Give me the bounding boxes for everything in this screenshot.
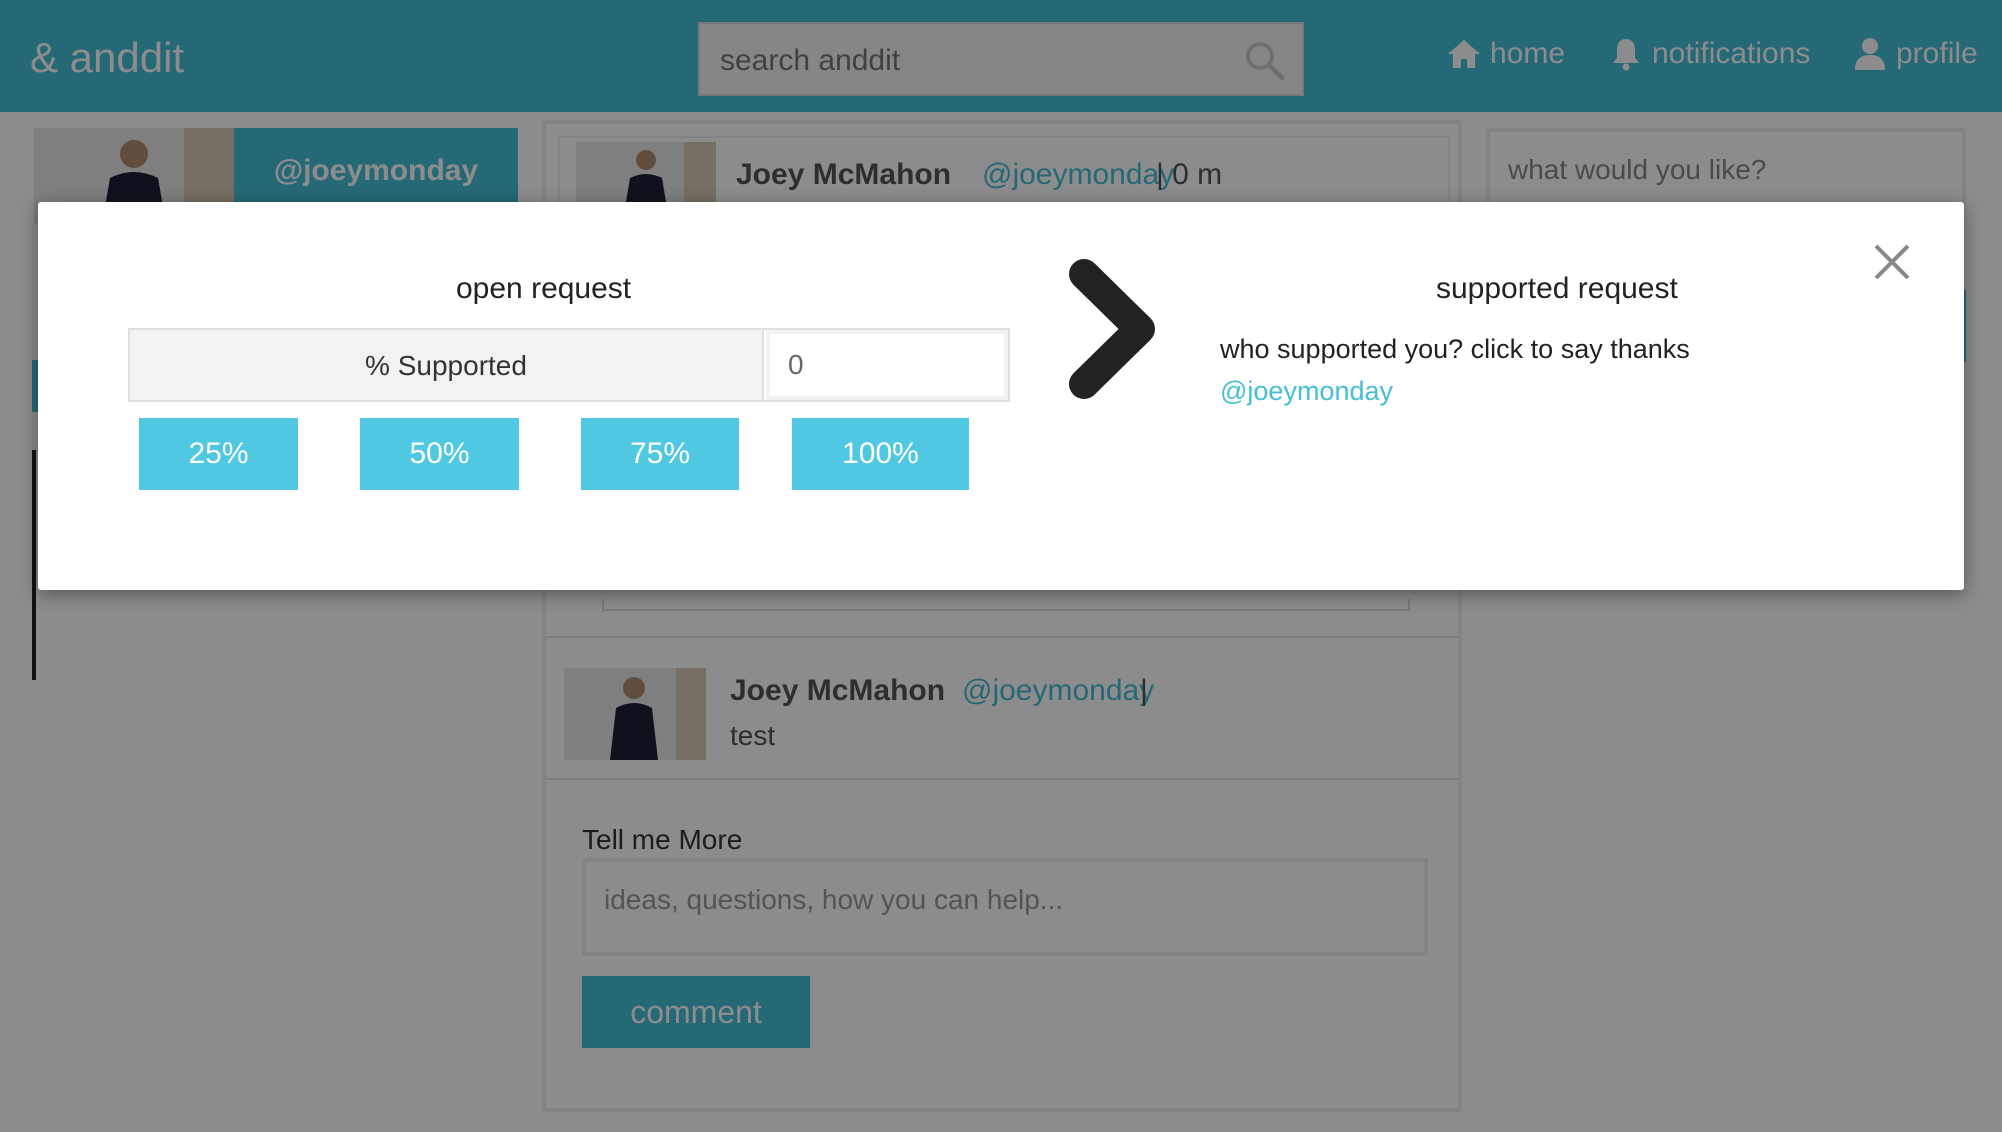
open-request-title: open request [456, 272, 632, 305]
percent-50-button[interactable]: 50% [360, 418, 519, 490]
supported-label: % Supported [130, 330, 764, 400]
chevron-right-icon [1069, 259, 1155, 399]
supported-input[interactable]: 0 [766, 330, 1008, 400]
percent-75-button[interactable]: 75% [581, 418, 739, 490]
close-icon[interactable] [1872, 242, 1912, 282]
supported-description: who supported you? click to say thanks [1220, 334, 1690, 364]
support-modal: open request % Supported 0 25% 50% 75% 1… [38, 202, 1964, 590]
supporter-handle-link[interactable]: @joeymonday [1220, 376, 1393, 407]
percent-25-button[interactable]: 25% [139, 418, 298, 490]
supported-request-title: supported request [1436, 272, 1678, 305]
percent-100-button[interactable]: 100% [792, 418, 969, 490]
supported-input-group: % Supported 0 [128, 328, 1010, 402]
